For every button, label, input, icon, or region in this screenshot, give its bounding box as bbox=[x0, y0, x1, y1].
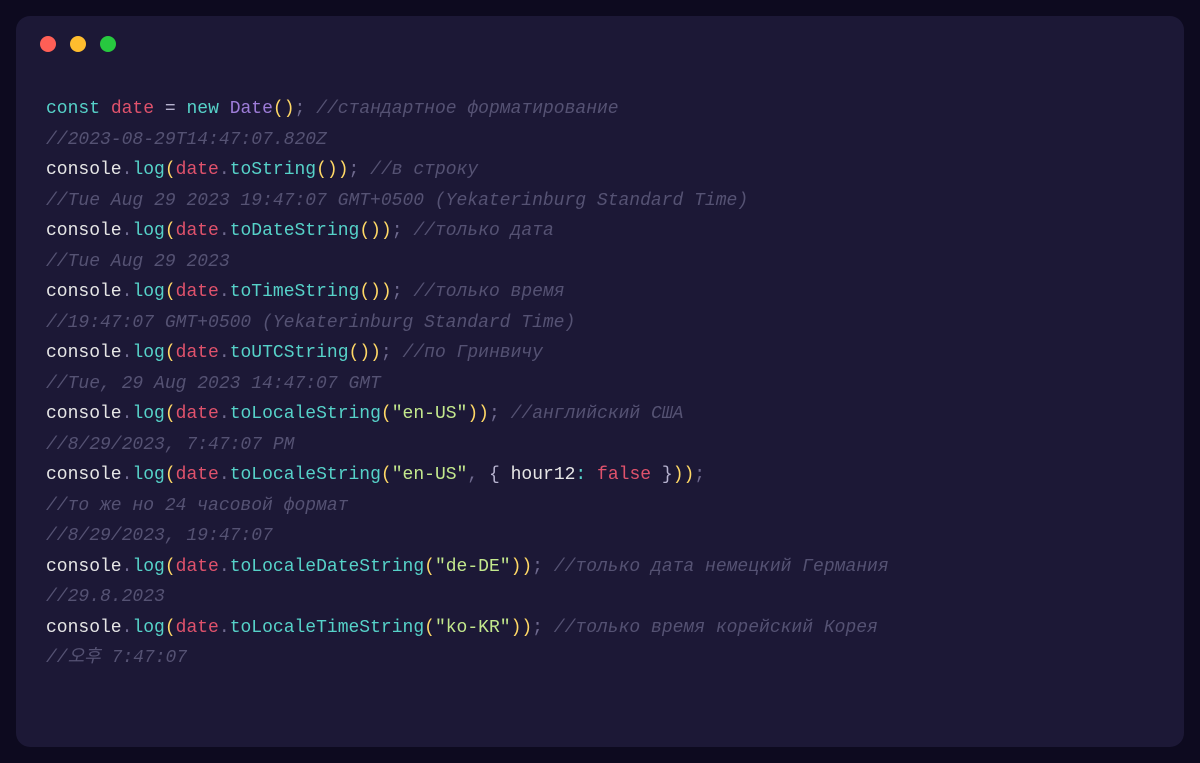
code-window: const date = new Date(); //стандартное ф… bbox=[16, 16, 1184, 747]
close-icon[interactable] bbox=[40, 36, 56, 52]
code-line-18: console.log(date.toLocaleTimeString("ko-… bbox=[46, 618, 878, 638]
code-line-10: //Tue, 29 Aug 2023 14:47:07 GMT bbox=[46, 374, 381, 394]
code-line-16: console.log(date.toLocaleDateString("de-… bbox=[46, 557, 889, 577]
code-line-12: //8/29/2023, 7:47:07 PM bbox=[46, 435, 294, 455]
code-line-6: //Tue Aug 29 2023 bbox=[46, 252, 230, 272]
code-line-11: console.log(date.toLocaleString("en-US")… bbox=[46, 404, 683, 424]
code-line-14: //то же но 24 часовой формат bbox=[46, 496, 348, 516]
code-line-19: //오후 7:47:07 bbox=[46, 648, 187, 668]
code-line-7: console.log(date.toTimeString()); //толь… bbox=[46, 282, 565, 302]
code-line-5: console.log(date.toDateString()); //толь… bbox=[46, 221, 554, 241]
code-line-17: //29.8.2023 bbox=[46, 587, 165, 607]
code-block: const date = new Date(); //стандартное ф… bbox=[46, 94, 1154, 674]
code-line-15: //8/29/2023, 19:47:07 bbox=[46, 526, 273, 546]
zoom-icon[interactable] bbox=[100, 36, 116, 52]
code-line-2: //2023-08-29T14:47:07.820Z bbox=[46, 130, 327, 150]
code-line-9: console.log(date.toUTCString()); //по Гр… bbox=[46, 343, 543, 363]
titlebar bbox=[16, 16, 1184, 72]
code-line-4: //Tue Aug 29 2023 19:47:07 GMT+0500 (Yek… bbox=[46, 191, 748, 211]
minimize-icon[interactable] bbox=[70, 36, 86, 52]
code-line-8: //19:47:07 GMT+0500 (Yekaterinburg Stand… bbox=[46, 313, 575, 333]
code-line-13: console.log(date.toLocaleString("en-US",… bbox=[46, 465, 705, 485]
code-line-1: const date = new Date(); //стандартное ф… bbox=[46, 99, 619, 119]
code-line-3: console.log(date.toString()); //в строку bbox=[46, 160, 478, 180]
